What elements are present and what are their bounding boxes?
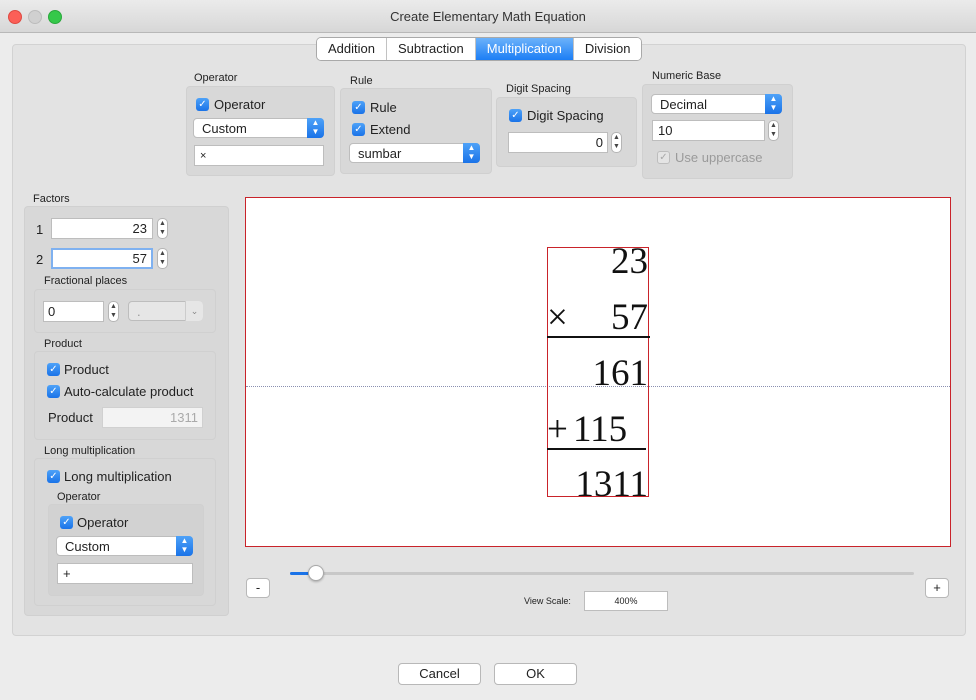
fractional-places-field[interactable]: 0 <box>43 301 104 322</box>
factor-1-digits: 23 <box>611 241 648 282</box>
rule-checkbox[interactable]: ✓ <box>352 101 365 114</box>
product-field-label: Product <box>48 410 93 425</box>
numeric-base-select[interactable]: Decimal ▲ ▼ <box>651 94 782 114</box>
use-uppercase-label: Use uppercase <box>675 150 763 165</box>
result-digits: 1311 <box>575 464 648 505</box>
select-arrows-icon: ▲ ▼ <box>765 94 782 114</box>
product-field[interactable]: 1311 <box>102 407 203 428</box>
numeric-base-group-label: Numeric Base <box>652 70 722 82</box>
long-multiplication-group-label: Long multiplication <box>44 445 136 457</box>
auto-calculate-checkbox[interactable]: ✓ <box>47 385 60 398</box>
operator-group-label: Operator <box>194 72 238 84</box>
factor-1-field[interactable]: 23 <box>51 218 153 239</box>
digit-spacing-group-label: Digit Spacing <box>506 83 571 95</box>
base-value-stepper[interactable]: ▲ ▼ <box>768 120 779 141</box>
auto-calculate-label: Auto-calculate product <box>64 384 194 399</box>
factor-2-stepper[interactable]: ▲ ▼ <box>157 248 168 269</box>
tab-addition[interactable]: Addition <box>317 38 387 60</box>
extend-checkbox[interactable]: ✓ <box>352 123 365 136</box>
digit-spacing-checkbox-label: Digit Spacing <box>527 108 604 123</box>
product-rule-line <box>547 336 650 338</box>
rule-checkbox-label: Rule <box>370 100 397 115</box>
factor-2-index: 2 <box>36 252 44 267</box>
long-mult-operator-select[interactable]: Custom ▲ ▼ <box>56 536 193 556</box>
sum-rule-line <box>547 448 646 450</box>
product-checkbox-label: Product <box>64 362 109 377</box>
select-arrows-icon: ▲ ▼ <box>307 118 324 138</box>
long-multiplication-checkbox[interactable]: ✓ <box>47 470 60 483</box>
long-multiplication-label: Long multiplication <box>64 469 172 484</box>
partial-product-2: 115 <box>573 409 628 450</box>
window-title: Create Elementary Math Equation <box>390 9 586 24</box>
long-mult-operator-label: Operator <box>77 515 129 530</box>
long-mult-operator-group-label: Operator <box>57 491 101 503</box>
rule-group-label: Rule <box>350 75 373 87</box>
operator-checkbox-label: Operator <box>214 97 266 112</box>
cancel-button[interactable]: Cancel <box>398 663 481 685</box>
view-scale-field[interactable]: 400% <box>584 591 668 611</box>
tab-division[interactable]: Division <box>573 38 642 60</box>
rule-select-value: sumbar <box>358 146 402 161</box>
digit-spacing-stepper[interactable]: ▲ ▼ <box>611 132 622 153</box>
fractional-places-label: Fractional places <box>44 275 128 287</box>
ok-button[interactable]: OK <box>494 663 577 685</box>
factor-2-digits: 57 <box>611 297 648 338</box>
decimal-separator-value: . <box>137 304 141 319</box>
operator-text-field[interactable]: × <box>194 145 324 166</box>
plus-operator: + <box>547 409 568 450</box>
operator-checkbox[interactable]: ✓ <box>196 98 209 111</box>
title-bar: Create Elementary Math Equation <box>0 0 976 33</box>
use-uppercase-checkbox[interactable]: ✓ <box>657 151 670 164</box>
long-mult-operator-checkbox[interactable]: ✓ <box>60 516 73 529</box>
tab-multiplication[interactable]: Multiplication <box>475 38 574 60</box>
factor-1-stepper[interactable]: ▲ ▼ <box>157 218 168 239</box>
tab-subtraction[interactable]: Subtraction <box>386 38 476 60</box>
operator-select[interactable]: Custom ▲ ▼ <box>193 118 324 138</box>
operator-select-value: Custom <box>202 121 247 136</box>
digit-spacing-checkbox[interactable]: ✓ <box>509 109 522 122</box>
product-checkbox[interactable]: ✓ <box>47 363 60 376</box>
base-value-field[interactable]: 10 <box>652 120 765 141</box>
view-scale-label: View Scale: <box>524 596 571 606</box>
select-arrows-icon: ▲ ▼ <box>463 143 480 163</box>
numeric-base-select-value: Decimal <box>660 97 707 112</box>
equation-preview-canvas: 23 × 57 161 + 115 1311 <box>245 197 951 547</box>
tab-bar: Addition Subtraction Multiplication Divi… <box>316 37 643 61</box>
factor-2-field[interactable]: 57 <box>51 248 153 269</box>
select-arrows-icon: ▲ ▼ <box>176 536 193 556</box>
zoom-in-button[interactable]: + <box>925 578 949 598</box>
multiply-operator: × <box>547 297 568 338</box>
chevron-down-icon: ⌄ <box>185 301 203 321</box>
factor-1-index: 1 <box>36 222 44 237</box>
rule-select[interactable]: sumbar ▲ ▼ <box>349 143 480 163</box>
digit-spacing-field[interactable]: 0 <box>508 132 608 153</box>
extend-checkbox-label: Extend <box>370 122 411 137</box>
fractional-places-stepper[interactable]: ▲ ▼ <box>108 301 119 322</box>
product-group-label: Product <box>44 338 82 350</box>
long-mult-operator-select-value: Custom <box>65 539 110 554</box>
factors-group-label: Factors <box>33 193 70 205</box>
zoom-out-button[interactable]: - <box>246 578 270 598</box>
view-scale-slider-track[interactable] <box>290 565 914 581</box>
decimal-separator-select[interactable]: . ⌄ <box>128 301 203 321</box>
partial-product-1: 161 <box>592 353 649 394</box>
long-mult-operator-text-field[interactable]: + <box>57 563 193 584</box>
